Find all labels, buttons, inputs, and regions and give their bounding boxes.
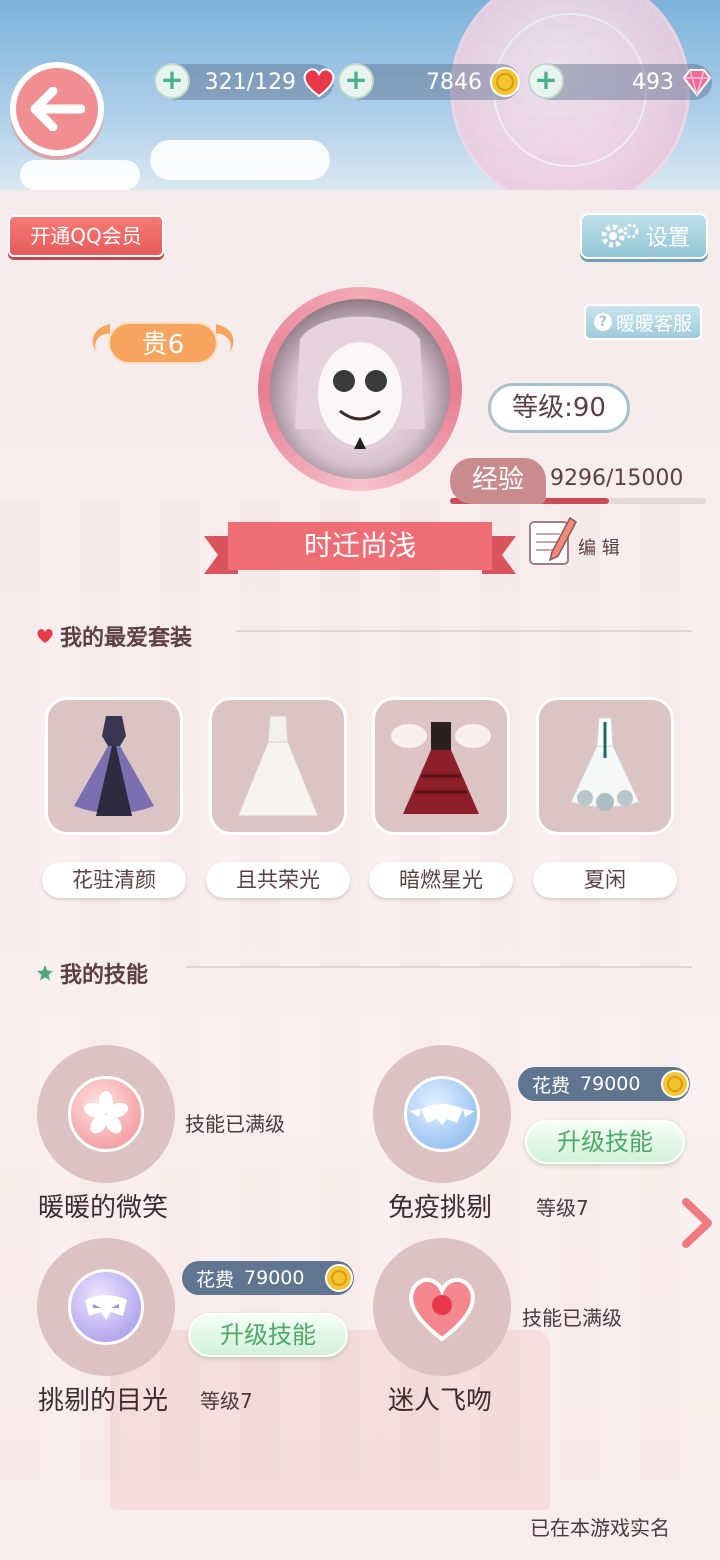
next-page-arrow-icon[interactable] xyxy=(680,1198,714,1248)
favorites-section-title: 我的最爱套装 xyxy=(36,620,192,652)
skill-2-cost: 79000 xyxy=(580,1073,641,1095)
settings-label: 设置 xyxy=(645,226,690,251)
divider xyxy=(236,630,692,632)
skill-2-cost-label: 花费 xyxy=(532,1074,571,1097)
coin-icon xyxy=(490,67,520,97)
gear-icon xyxy=(601,223,639,248)
favorites-title: 我的最爱套装 xyxy=(60,626,193,651)
diamond-bar: + 493 xyxy=(528,63,712,100)
skill-1-status: 技能已满级 xyxy=(185,1112,285,1136)
skill-3-upgrade-button[interactable]: 升级技能 xyxy=(188,1313,348,1357)
noble-level: 贵6 xyxy=(108,322,218,364)
avatar-frame[interactable] xyxy=(258,287,462,491)
outfit-card-4[interactable] xyxy=(536,697,674,835)
skill-2-cost-tag: 花费 79000 xyxy=(518,1067,690,1101)
exp-label: 经验 xyxy=(450,458,546,504)
heart-bullet-icon xyxy=(37,629,53,643)
add-gold-button[interactable]: + xyxy=(338,63,374,99)
star-bullet-icon xyxy=(37,965,53,981)
skill-3-cost-label: 花费 xyxy=(196,1268,235,1291)
mask-icon xyxy=(68,1269,144,1345)
outfit-label-3: 暗燃星光 xyxy=(369,862,513,898)
gold-bar: + 7846 xyxy=(338,63,520,100)
gold-value: 7846 xyxy=(426,69,482,95)
divider xyxy=(186,966,692,968)
settings-button[interactable]: 设置 xyxy=(580,213,708,259)
outfit-label-1: 花驻清颜 xyxy=(42,862,186,898)
stamina-bar: + 321/129 xyxy=(154,63,335,100)
skill-3-level: 等级7 xyxy=(200,1389,253,1413)
outfit-label-2: 且共荣光 xyxy=(206,862,350,898)
exp-value: 9296/15000 xyxy=(550,466,684,491)
edit-name-button[interactable]: 编 辑 xyxy=(526,512,630,572)
edit-label: 编 辑 xyxy=(578,538,620,559)
skill-4-name: 迷人飞吻 xyxy=(388,1386,493,1416)
heart-icon xyxy=(303,68,335,98)
skill-3-cost-tag: 花费 79000 xyxy=(182,1261,354,1295)
back-button[interactable] xyxy=(10,62,104,156)
player-name-ribbon: 时迁尚浅 xyxy=(204,520,516,576)
coin-icon xyxy=(325,1264,353,1292)
qq-member-button[interactable]: 开通QQ会员 xyxy=(8,215,164,257)
skill-2-name: 免疫挑剔 xyxy=(388,1193,493,1223)
skill-picky-gaze[interactable] xyxy=(37,1238,175,1376)
noble-badge[interactable]: 贵6 xyxy=(84,318,242,368)
outfit-card-3[interactable] xyxy=(372,697,510,835)
skills-title: 我的技能 xyxy=(60,963,149,988)
cherry-blossom-icon xyxy=(68,1076,144,1152)
outfit-label-4: 夏闲 xyxy=(533,862,677,898)
skill-3-name: 挑剔的目光 xyxy=(38,1386,169,1416)
skills-section-title: 我的技能 xyxy=(36,957,148,989)
diamond-icon xyxy=(682,69,712,97)
skill-3-cost: 79000 xyxy=(244,1267,305,1289)
outfit-card-1[interactable] xyxy=(45,697,183,835)
red-gown-icon xyxy=(391,722,491,814)
skill-immune-picky[interactable] xyxy=(373,1045,511,1183)
add-diamond-button[interactable]: + xyxy=(528,63,564,99)
skill-2-upgrade-button[interactable]: 升级技能 xyxy=(525,1120,685,1164)
avatar xyxy=(270,299,450,479)
player-name: 时迁尚浅 xyxy=(303,529,416,562)
skill-charming-kiss[interactable] xyxy=(373,1238,511,1376)
arrow-left-icon xyxy=(30,87,85,131)
summer-dress-icon xyxy=(570,717,640,811)
winged-mask-icon xyxy=(404,1076,480,1152)
white-gown-icon xyxy=(237,715,319,817)
skill-2-level: 等级7 xyxy=(536,1196,589,1220)
heart-skill-icon xyxy=(404,1269,480,1345)
customer-service-label: 暖暖客服 xyxy=(615,312,692,335)
outfit-card-2[interactable] xyxy=(209,697,347,835)
exp-panel: 经验 9296/15000 xyxy=(450,458,706,506)
realname-notice: 已在本游戏实名 xyxy=(530,1516,670,1540)
stamina-value: 321/129 xyxy=(204,69,296,95)
diamond-value: 493 xyxy=(632,69,674,95)
add-stamina-button[interactable]: + xyxy=(154,63,190,99)
customer-service-button[interactable]: ? 暖暖客服 xyxy=(584,304,702,340)
skill-4-status: 技能已满级 xyxy=(522,1306,622,1330)
skill-warm-smile[interactable] xyxy=(37,1045,175,1183)
skill-1-name: 暖暖的微笑 xyxy=(38,1193,169,1223)
help-icon: ? xyxy=(593,313,612,331)
dark-gown-icon xyxy=(74,716,154,816)
edit-notebook-icon xyxy=(529,516,577,565)
level-indicator: 等级:90 xyxy=(488,383,630,433)
coin-icon xyxy=(661,1070,689,1098)
